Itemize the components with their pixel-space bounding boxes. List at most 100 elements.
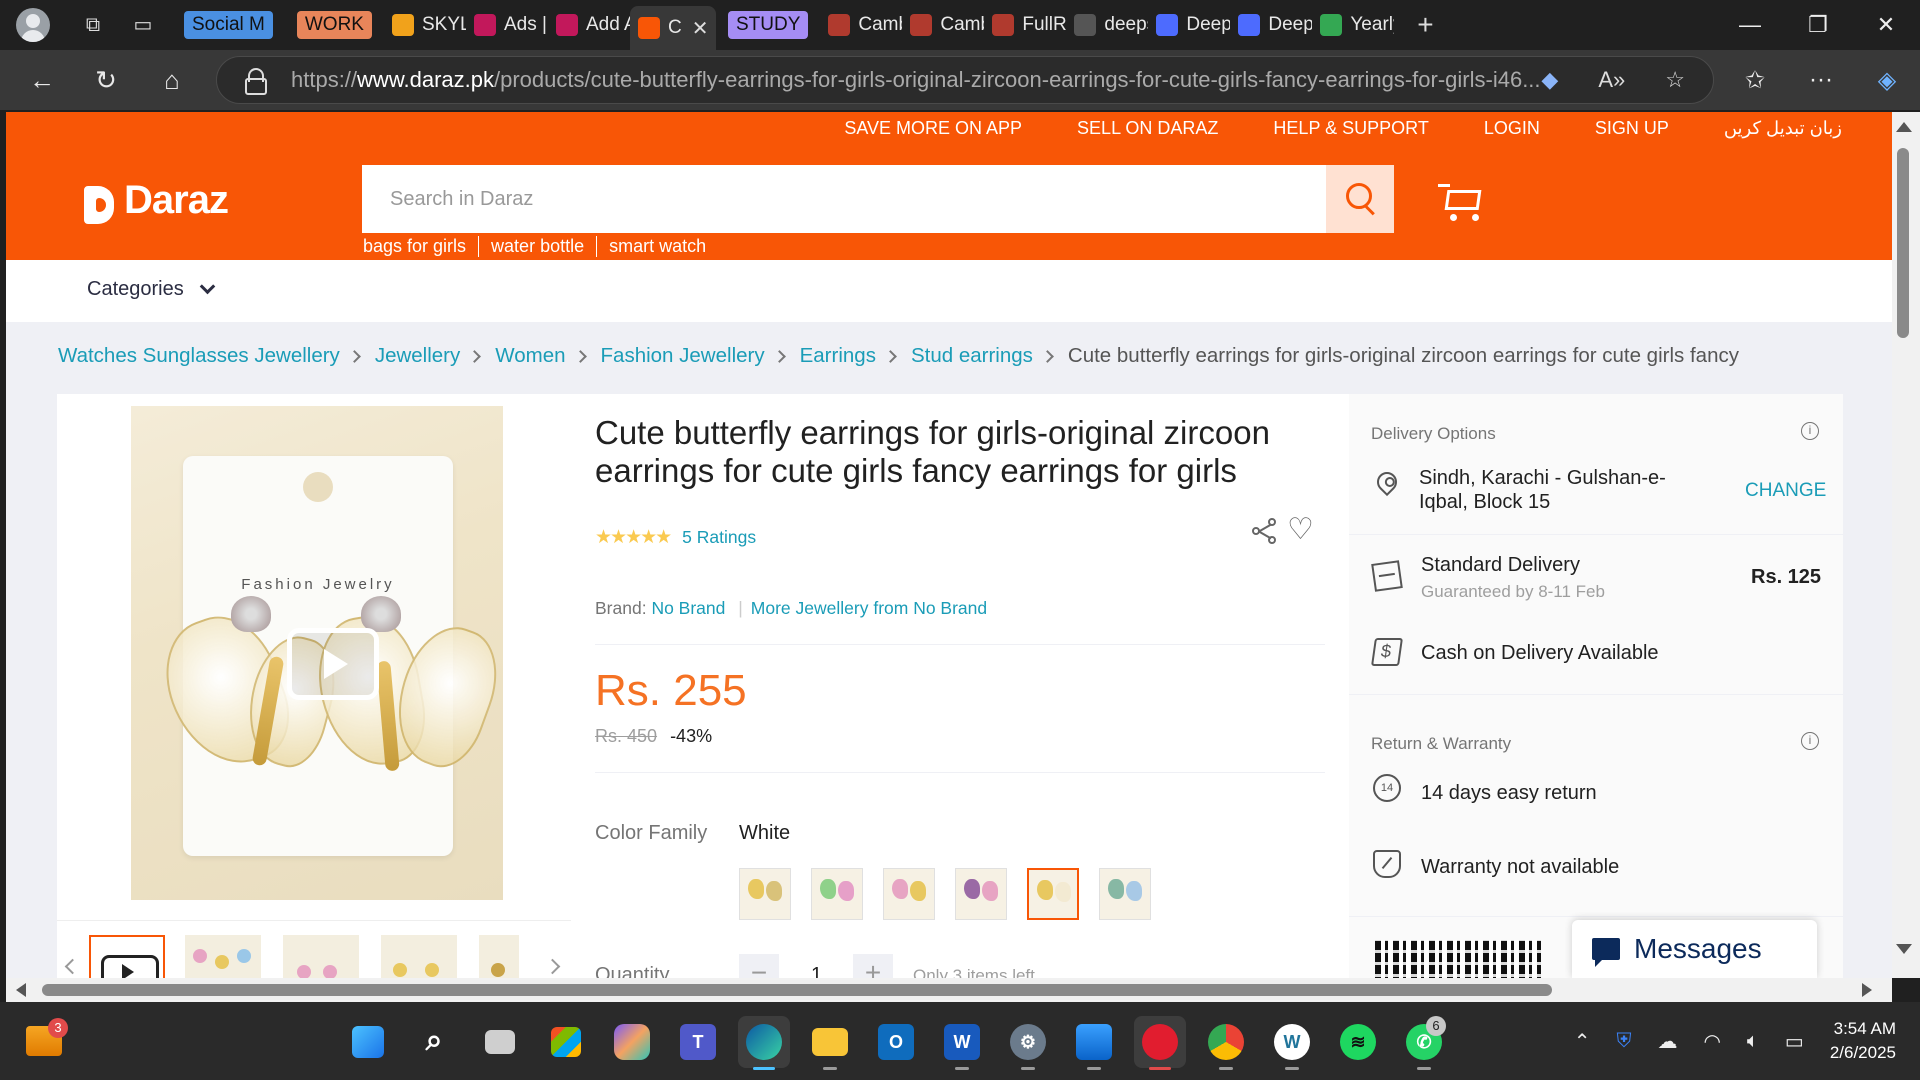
task-view-icon[interactable] (474, 1016, 526, 1068)
restore-button[interactable]: ❐ (1784, 0, 1852, 50)
file-explorer-icon[interactable] (804, 1016, 856, 1070)
top-link-1[interactable]: SELL ON DARAZ (1077, 118, 1218, 139)
browser-tab-2[interactable]: SKYLIN (384, 5, 466, 45)
outlook-icon[interactable]: O (870, 1016, 922, 1068)
top-link-2[interactable]: HELP & SUPPORT (1273, 118, 1428, 139)
minimize-button[interactable]: — (1716, 0, 1784, 50)
settings-gear-icon[interactable]: ⚙ (1002, 1016, 1054, 1070)
edge-browser-icon[interactable] (738, 1016, 790, 1070)
search-suggestion[interactable]: water bottle (478, 236, 596, 257)
breadcrumb-link[interactable]: Fashion Jewellery (601, 344, 765, 368)
image-thumbnail[interactable] (479, 935, 519, 978)
browser-tab-5[interactable]: C ✕ (629, 6, 716, 50)
image-thumbnail[interactable] (283, 935, 359, 978)
read-aloud-icon[interactable]: A» (1598, 67, 1625, 93)
start-button[interactable] (342, 1016, 394, 1068)
vertical-scroll-thumb[interactable] (1897, 148, 1909, 338)
onedrive-cloud-icon[interactable]: ☁ (1657, 1029, 1677, 1054)
quantity-value[interactable]: 1 (811, 964, 822, 978)
browser-tab-4[interactable]: Add A (548, 5, 630, 45)
search-suggestion[interactable]: smart watch (596, 236, 718, 257)
messages-button[interactable]: Messages (1572, 920, 1817, 978)
breadcrumb-link[interactable]: Jewellery (375, 344, 460, 368)
workspaces-icon[interactable]: ⧉ (78, 10, 108, 40)
reload-button[interactable]: ↻ (86, 60, 126, 100)
favorites-icon[interactable]: ✩ (1722, 66, 1788, 95)
url-text[interactable]: https://www.daraz.pk/products/cute-butte… (291, 67, 1541, 93)
quantity-increase-button[interactable]: + (853, 954, 893, 978)
color-swatch[interactable] (739, 868, 791, 920)
tab-group-6[interactable]: STUDY (720, 5, 816, 45)
play-video-icon[interactable] (287, 628, 379, 700)
thumb-prev-icon[interactable] (64, 958, 81, 975)
breadcrumb-link[interactable]: Women (495, 344, 565, 368)
chrome-icon[interactable] (1200, 1016, 1252, 1070)
brand-link[interactable]: No Brand (651, 598, 725, 618)
color-swatch[interactable] (1099, 868, 1151, 920)
tag-icon[interactable]: ◆ (1541, 67, 1558, 93)
product-main-image[interactable]: Fashion Jewelry (131, 406, 503, 900)
vertical-scrollbar[interactable] (1892, 112, 1920, 978)
favorite-star-icon[interactable]: ☆ (1665, 67, 1685, 93)
quantity-decrease-button[interactable]: − (739, 954, 779, 978)
scroll-up-arrow-icon[interactable] (1896, 122, 1912, 132)
thumb-next-icon[interactable] (544, 958, 561, 975)
tab-close-icon[interactable]: ✕ (692, 16, 709, 41)
breadcrumb-link[interactable]: Earrings (800, 344, 876, 368)
tab-group-0[interactable]: Social M (176, 5, 281, 45)
show-hidden-icons[interactable]: ⌃ (1574, 1029, 1591, 1054)
share-icon[interactable] (1252, 518, 1280, 546)
close-window-button[interactable]: ✕ (1852, 0, 1920, 50)
browser-tab-10[interactable]: deeps (1066, 5, 1148, 45)
more-menu-icon[interactable]: ··· (1788, 66, 1854, 94)
word-icon[interactable]: W (936, 1016, 988, 1070)
wordpress-icon[interactable]: W (1266, 1016, 1318, 1070)
wifi-icon[interactable]: ◠ (1703, 1029, 1720, 1054)
top-link-0[interactable]: SAVE MORE ON APP (844, 118, 1022, 139)
top-link-5[interactable]: زبان تبدیل کریں (1724, 118, 1842, 139)
color-swatch[interactable] (955, 868, 1007, 920)
home-button[interactable]: ⌂ (152, 60, 192, 100)
browser-tab-12[interactable]: DeepS (1230, 5, 1312, 45)
tab-actions-icon[interactable]: ▭ (128, 10, 158, 40)
top-link-3[interactable]: LOGIN (1484, 118, 1540, 139)
battery-icon[interactable]: ▭ (1785, 1029, 1804, 1054)
store-icon[interactable] (540, 1016, 592, 1068)
photos-icon[interactable] (1068, 1016, 1120, 1070)
image-thumbnail[interactable] (185, 935, 261, 978)
image-thumbnail[interactable] (381, 935, 457, 978)
color-swatch[interactable] (811, 868, 863, 920)
profile-avatar[interactable] (16, 8, 50, 42)
video-thumbnail[interactable] (89, 935, 165, 978)
ratings-link[interactable]: 5 Ratings (682, 527, 756, 548)
clock[interactable]: 3:54 AM 2/6/2025 (1830, 1017, 1896, 1065)
wishlist-heart-icon[interactable]: ♡ (1287, 512, 1314, 547)
top-link-4[interactable]: SIGN UP (1595, 118, 1669, 139)
spotify-icon[interactable]: ≋ (1332, 1016, 1384, 1068)
search-icon[interactable] (1326, 165, 1394, 233)
scroll-down-arrow-icon[interactable] (1896, 944, 1912, 954)
search-input[interactable] (362, 165, 1326, 233)
color-swatch[interactable] (883, 868, 935, 920)
info-icon[interactable]: i (1801, 732, 1819, 750)
security-shield-icon[interactable]: ⛨ (1616, 1030, 1631, 1053)
search-suggestion[interactable]: bags for girls (363, 236, 478, 257)
more-from-brand-link[interactable]: More Jewellery from No Brand (751, 598, 987, 618)
browser-tab-9[interactable]: FullRe (984, 5, 1066, 45)
volume-icon[interactable]: 🔈︎ (1747, 1030, 1759, 1053)
lock-icon[interactable] (245, 68, 267, 95)
horizontal-scroll-thumb[interactable] (42, 984, 1552, 996)
horizontal-scrollbar[interactable] (6, 978, 1892, 1002)
info-icon[interactable]: i (1801, 422, 1819, 440)
daraz-logo[interactable]: Daraz (82, 174, 229, 226)
breadcrumb-link[interactable]: Stud earrings (911, 344, 1033, 368)
search-icon[interactable]: ⌕ (408, 1016, 460, 1068)
cart-icon[interactable] (1438, 182, 1484, 222)
opera-icon[interactable] (1134, 1016, 1186, 1070)
change-location-link[interactable]: CHANGE (1745, 480, 1826, 502)
copilot-icon[interactable]: ◈ (1854, 66, 1920, 95)
scroll-left-arrow-icon[interactable] (16, 983, 26, 997)
browser-tab-11[interactable]: DeepS (1148, 5, 1230, 45)
color-swatch[interactable] (1027, 868, 1079, 920)
browser-tab-3[interactable]: Ads | T (466, 5, 548, 45)
